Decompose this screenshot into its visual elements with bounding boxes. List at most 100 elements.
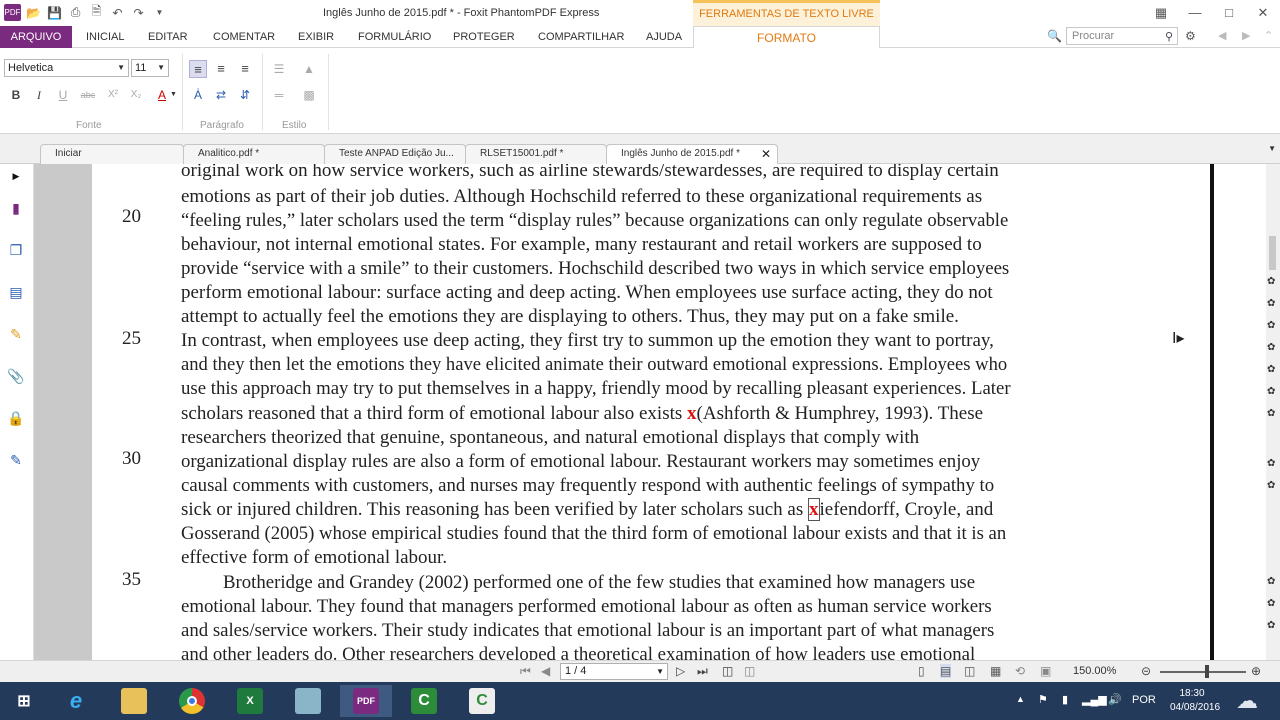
facing-pages-icon[interactable]: ◫ xyxy=(964,664,975,678)
underline-button[interactable]: U xyxy=(54,86,72,104)
previous-page-icon[interactable]: ◀ xyxy=(541,664,550,678)
last-page-icon[interactable]: ⏭ xyxy=(697,664,708,679)
char-spacing-button[interactable]: Ȧ xyxy=(189,86,207,104)
tray-overflow-icon[interactable]: ▲ xyxy=(1016,694,1025,720)
security-lock-icon[interactable]: 🔒 xyxy=(6,408,26,428)
network-icon[interactable]: ▂▄▆ xyxy=(1082,693,1107,720)
customize-dropdown-icon[interactable]: ▼ xyxy=(151,4,168,21)
tab-compartilhar[interactable]: COMPARTILHAR xyxy=(538,26,624,48)
print-icon[interactable]: ⎙ xyxy=(67,4,84,21)
strikethrough-button[interactable]: abc xyxy=(79,86,97,104)
taskbar-camtasia[interactable]: C xyxy=(398,685,450,717)
tab-inicial[interactable]: INICIAL xyxy=(86,26,125,48)
page-number-input[interactable]: 1 / 4 ▼ xyxy=(560,663,668,680)
taskbar-chrome[interactable] xyxy=(166,685,218,717)
flag-icon[interactable]: ⚑ xyxy=(1038,693,1048,720)
first-page-icon[interactable]: ⏮ xyxy=(520,664,531,679)
redo-icon[interactable]: ↷ xyxy=(130,4,147,21)
ribbon-options-icon[interactable]: ▦ xyxy=(1144,0,1178,26)
pdf-page[interactable]: 20 25 30 35 original work on how service… xyxy=(92,164,1210,660)
forward-arrow-icon[interactable]: ▶ xyxy=(1242,29,1250,42)
bookmarks-icon[interactable]: ▮ xyxy=(6,198,26,218)
zoom-out-button[interactable]: ⊝ xyxy=(1141,664,1151,678)
search-icon[interactable]: ⚲ xyxy=(1165,29,1173,45)
next-view-icon[interactable]: ◫ xyxy=(744,664,755,678)
rotate-view-icon[interactable]: ⟲ xyxy=(1015,664,1025,678)
fill-color-button[interactable]: ▲ xyxy=(300,60,318,78)
tab-editar[interactable]: EDITAR xyxy=(148,26,188,48)
tab-formato[interactable]: FORMATO xyxy=(693,26,880,49)
tab-exibir[interactable]: EXIBIR xyxy=(298,26,334,48)
taskbar-internet-explorer[interactable]: e xyxy=(50,685,102,717)
zoom-slider[interactable] xyxy=(1160,671,1246,673)
undo-icon[interactable]: ↶ xyxy=(109,4,126,21)
doc-tab-ingles-junho[interactable]: Inglês Junho de 2015.pdf * ✕ xyxy=(606,144,778,165)
taskbar-file-explorer[interactable] xyxy=(108,685,160,717)
continuous-facing-icon[interactable]: ▦ xyxy=(990,664,1001,678)
doc-tab-iniciar[interactable]: Iniciar xyxy=(40,144,184,164)
border-style-button[interactable]: ═ xyxy=(270,86,288,104)
line-spacing-button[interactable]: ⇵ xyxy=(236,86,254,104)
open-icon[interactable]: 📂 xyxy=(25,4,42,21)
taskbar-stickies[interactable] xyxy=(282,685,334,717)
start-button[interactable]: ⊞ xyxy=(0,685,48,717)
volume-icon[interactable]: 🔊 xyxy=(1108,693,1122,720)
line-style-button[interactable]: ☰ xyxy=(270,60,288,78)
word-spacing-button[interactable]: ⇄ xyxy=(212,86,230,104)
battery-icon[interactable]: ▮ xyxy=(1062,693,1068,720)
comments-icon[interactable]: ✎ xyxy=(6,324,26,344)
close-button[interactable]: ✕ xyxy=(1246,0,1280,26)
align-center-button[interactable]: ≡ xyxy=(212,60,230,78)
full-screen-icon[interactable]: ▣ xyxy=(1040,664,1051,678)
continuous-page-icon[interactable]: ▤ xyxy=(940,664,952,678)
align-right-button[interactable]: ≡ xyxy=(236,60,254,78)
vertical-scrollbar[interactable]: ✿ ✿ ✿ ✿ ✿ ✿ ✿ ✿ ✿ ✿ ✿ ✿ xyxy=(1266,164,1280,660)
tab-proteger[interactable]: PROTEGER xyxy=(453,26,515,48)
doc-tab-teste-anpad[interactable]: Teste ANPAD Edição Ju... xyxy=(324,144,466,164)
search-input[interactable]: Procurar ⚲ xyxy=(1066,27,1178,45)
bold-button[interactable]: B xyxy=(7,86,25,104)
align-left-button[interactable]: ≡ xyxy=(189,60,207,78)
attachments-icon[interactable]: 📎 xyxy=(6,366,26,386)
find-icon[interactable]: 🔍 xyxy=(1047,29,1062,43)
cloud-sync-icon[interactable]: ☁ xyxy=(1236,688,1258,720)
expand-panel-icon[interactable]: ▶ xyxy=(6,166,26,186)
maximize-button[interactable]: □ xyxy=(1212,0,1246,26)
superscript-button[interactable]: X² xyxy=(104,86,122,104)
clock[interactable]: 18:30 04/08/2016 xyxy=(1170,687,1220,715)
italic-button[interactable]: I xyxy=(30,86,48,104)
minimize-button[interactable]: — xyxy=(1178,0,1212,26)
document-view[interactable]: 20 25 30 35 original work on how service… xyxy=(34,164,1266,660)
subscript-button[interactable]: X₂ xyxy=(127,86,145,104)
close-tab-icon[interactable]: ✕ xyxy=(761,145,771,163)
single-page-icon[interactable]: ▯ xyxy=(918,664,925,678)
zoom-in-button[interactable]: ⊕ xyxy=(1251,664,1261,678)
font-color-button[interactable]: A xyxy=(153,86,171,104)
tab-ajuda[interactable]: AJUDA xyxy=(646,26,682,48)
font-family-select[interactable]: Helvetica ▼ xyxy=(4,59,129,77)
previous-view-icon[interactable]: ◫ xyxy=(722,664,733,678)
layers-icon[interactable]: ▤ xyxy=(6,282,26,302)
save-icon[interactable]: 💾 xyxy=(46,4,63,21)
font-size-select[interactable]: 11 ▼ xyxy=(131,59,169,77)
doc-tab-analitico[interactable]: Analitico.pdf * xyxy=(183,144,325,164)
tab-comentar[interactable]: COMENTAR xyxy=(213,26,275,48)
tab-formulario[interactable]: FORMULÁRIO xyxy=(358,26,431,48)
language-indicator[interactable]: POR xyxy=(1132,694,1156,720)
settings-gear-icon[interactable]: ⚙ xyxy=(1185,29,1196,43)
pages-icon[interactable]: ❐ xyxy=(6,240,26,260)
scrollbar-thumb[interactable] xyxy=(1269,236,1276,270)
doc-tab-rlset15001[interactable]: RLSET15001.pdf * xyxy=(465,144,607,164)
signatures-icon[interactable]: ✎ xyxy=(6,450,26,470)
typewriter-annotation[interactable]: x xyxy=(687,403,697,424)
next-page-icon[interactable]: ▷ xyxy=(676,664,685,678)
back-arrow-icon[interactable]: ◀ xyxy=(1218,29,1226,42)
taskbar-excel[interactable]: X xyxy=(224,685,276,717)
tab-arquivo[interactable]: ARQUIVO xyxy=(0,26,72,48)
collapse-ribbon-icon[interactable]: ⌃ xyxy=(1264,29,1273,42)
tab-list-dropdown-icon[interactable]: ▼ xyxy=(1268,144,1276,153)
foxit-app-icon[interactable]: PDF xyxy=(4,4,21,21)
new-document-icon[interactable]: 🗎 xyxy=(88,4,105,21)
taskbar-foxit[interactable]: PDF xyxy=(340,685,392,717)
zoom-slider-thumb[interactable] xyxy=(1205,665,1209,678)
